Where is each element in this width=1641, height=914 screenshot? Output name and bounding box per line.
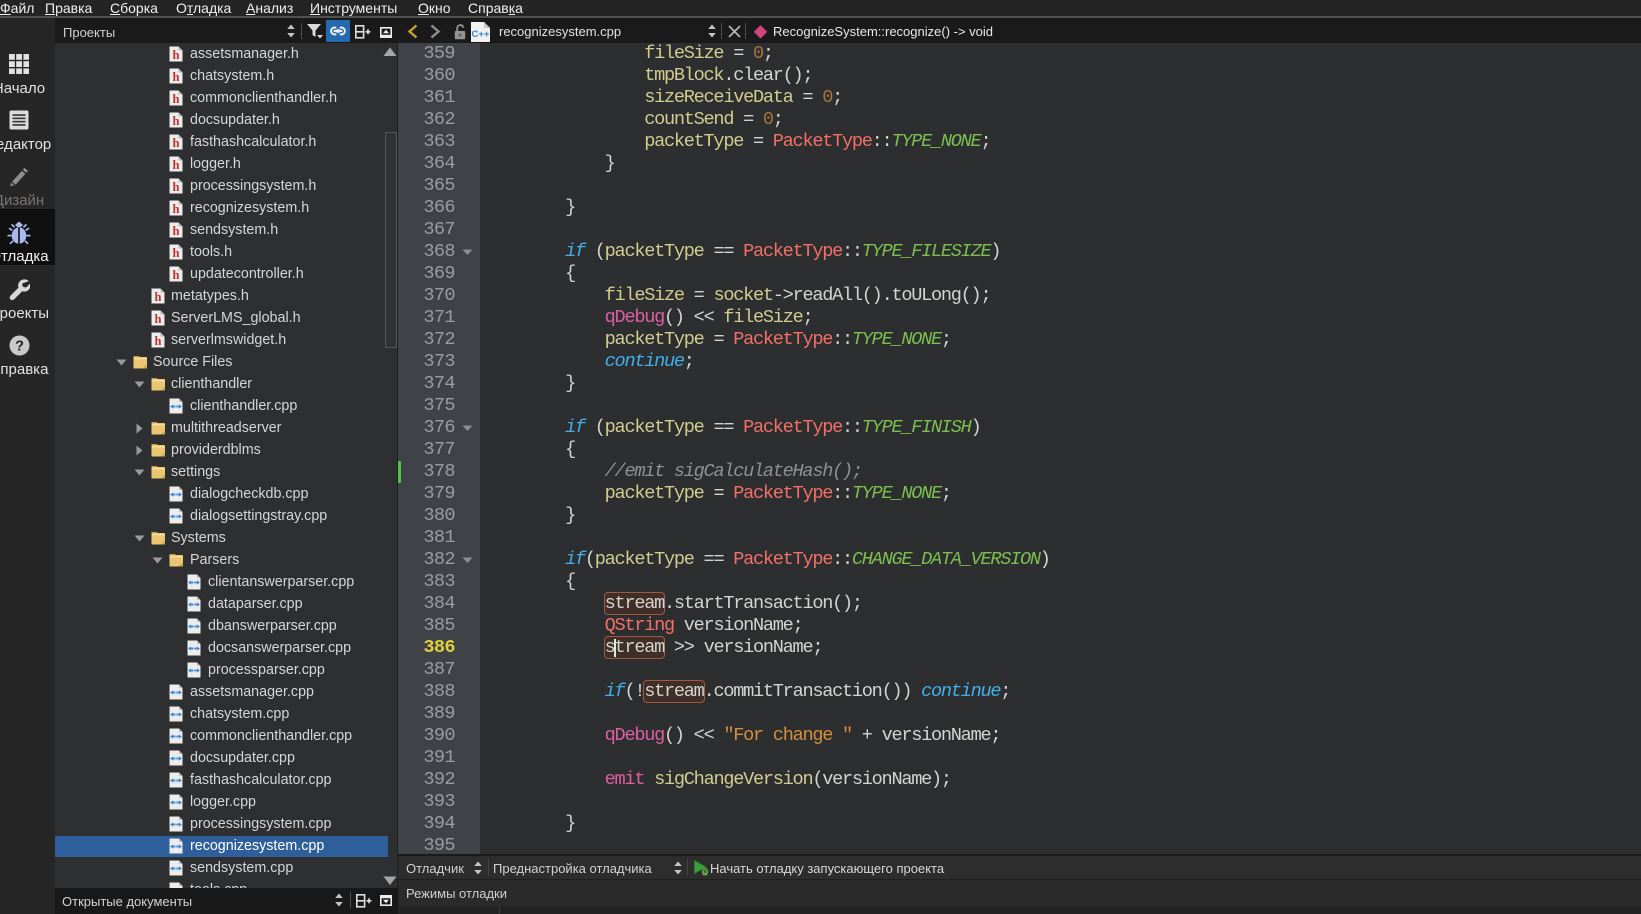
svg-text:h: h xyxy=(173,224,180,238)
svg-text:h: h xyxy=(155,334,162,348)
svg-text:h: h xyxy=(173,136,180,150)
svg-text:h: h xyxy=(173,246,180,260)
svg-text:h: h xyxy=(173,202,180,216)
svg-text:h: h xyxy=(155,312,162,326)
svg-text:C++: C++ xyxy=(472,29,490,40)
svg-text:h: h xyxy=(173,48,180,62)
svg-text:h: h xyxy=(173,180,180,194)
svg-text:h: h xyxy=(173,92,180,106)
svg-text:h: h xyxy=(173,268,180,282)
svg-text:h: h xyxy=(173,70,180,84)
svg-text:?: ? xyxy=(15,339,24,355)
svg-text:h: h xyxy=(155,290,162,304)
svg-text:h: h xyxy=(173,114,180,128)
svg-text:h: h xyxy=(173,158,180,172)
